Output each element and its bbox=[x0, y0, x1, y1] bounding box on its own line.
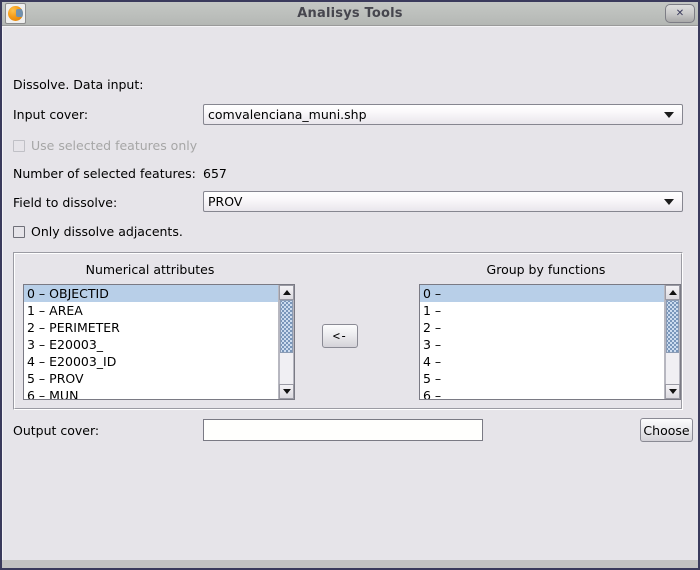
input-cover-label-row: Input cover: bbox=[13, 107, 88, 122]
input-cover-label: Input cover: bbox=[13, 107, 89, 122]
input-cover-combobox[interactable]: comvalenciana_muni.shp bbox=[203, 104, 683, 125]
list-item[interactable]: 1 – bbox=[420, 302, 664, 319]
list-item[interactable]: 1 – AREA bbox=[24, 302, 278, 319]
chevron-down-icon bbox=[664, 198, 674, 205]
output-cover-label-row: Output cover: bbox=[13, 423, 99, 438]
list-item[interactable]: 3 – bbox=[420, 336, 664, 353]
triangle-down-icon bbox=[282, 389, 291, 394]
use-selected-features-label: Use selected features only bbox=[31, 138, 198, 153]
numerical-attributes-scrollbar[interactable] bbox=[278, 285, 294, 399]
list-item[interactable]: 4 – bbox=[420, 353, 664, 370]
chevron-down-icon bbox=[664, 111, 674, 118]
transfer-left-button[interactable]: <- bbox=[322, 324, 358, 348]
field-to-dissolve-label: Field to dissolve: bbox=[13, 195, 118, 210]
checkbox-box-icon bbox=[13, 225, 25, 238]
scroll-up-button[interactable] bbox=[279, 285, 294, 300]
section-header-row: Dissolve. Data input: bbox=[13, 77, 143, 92]
dialog-content: Dissolve. Data input: Input cover: comva… bbox=[2, 26, 698, 560]
list-item[interactable]: 6 – MUN bbox=[24, 387, 278, 399]
title-bar: Analisys Tools ✕ bbox=[2, 2, 698, 26]
list-item[interactable]: 2 – bbox=[420, 319, 664, 336]
group-by-functions-scrollbar[interactable] bbox=[664, 285, 680, 399]
triangle-up-icon bbox=[282, 290, 291, 295]
list-item[interactable]: 2 – PERIMETER bbox=[24, 319, 278, 336]
only-dissolve-adjacents-label: Only dissolve adjacents. bbox=[31, 224, 183, 239]
numerical-attributes-items[interactable]: 0 – OBJECTID 1 – AREA 2 – PERIMETER 3 – E20… bbox=[24, 285, 278, 399]
input-cover-value: comvalenciana_muni.shp bbox=[208, 107, 367, 122]
attributes-panel-inner: Numerical attributes Group by functions … bbox=[14, 253, 682, 409]
list-item[interactable]: 0 – OBJECTID bbox=[24, 285, 278, 302]
triangle-down-icon bbox=[668, 389, 677, 394]
list-item[interactable]: 6 – bbox=[420, 387, 664, 399]
triangle-up-icon bbox=[668, 290, 677, 295]
globe-icon bbox=[8, 6, 23, 21]
attributes-panel: Numerical attributes Group by functions … bbox=[13, 252, 683, 410]
checkbox-box-icon bbox=[13, 139, 25, 152]
use-selected-features-checkbox: Use selected features only bbox=[13, 138, 197, 153]
choose-button[interactable]: Choose bbox=[640, 418, 693, 442]
window-bottom-strip bbox=[2, 560, 698, 568]
scroll-down-button[interactable] bbox=[665, 384, 680, 399]
num-selected-features-value: 657 bbox=[203, 166, 227, 181]
numerical-attributes-title: Numerical attributes bbox=[85, 262, 215, 277]
list-item[interactable]: 4 – E20003_ID bbox=[24, 353, 278, 370]
scroll-up-button[interactable] bbox=[665, 285, 680, 300]
close-icon[interactable]: ✕ bbox=[665, 4, 695, 23]
only-dissolve-adjacents-checkbox[interactable]: Only dissolve adjacents. bbox=[13, 224, 183, 239]
output-cover-input[interactable] bbox=[203, 419, 483, 441]
numerical-attributes-listbox[interactable]: 0 – OBJECTID 1 – AREA 2 – PERIMETER 3 – E20… bbox=[23, 284, 295, 400]
list-item[interactable]: 0 – bbox=[420, 285, 664, 302]
scroll-down-button[interactable] bbox=[279, 384, 294, 399]
field-to-dissolve-combobox[interactable]: PROV bbox=[203, 191, 683, 212]
num-selected-features-label: Number of selected features: bbox=[13, 166, 196, 181]
num-selected-label-row: Number of selected features: bbox=[13, 166, 196, 181]
scrollbar-thumb[interactable] bbox=[280, 300, 293, 353]
output-cover-label: Output cover: bbox=[13, 423, 100, 438]
group-by-functions-title: Group by functions bbox=[486, 262, 606, 277]
scrollbar-track[interactable] bbox=[665, 300, 680, 384]
field-to-dissolve-value: PROV bbox=[208, 194, 243, 209]
field-to-dissolve-label-row: Field to dissolve: bbox=[13, 195, 117, 210]
section-label: Dissolve. Data input: bbox=[13, 77, 144, 92]
list-item[interactable]: 5 – PROV bbox=[24, 370, 278, 387]
list-item[interactable]: 5 – bbox=[420, 370, 664, 387]
group-by-functions-listbox[interactable]: 0 –1 –2 –3 –4 –5 –6 – bbox=[419, 284, 681, 400]
app-icon bbox=[5, 3, 26, 24]
analisys-tools-window: Analisys Tools ✕ Dissolve. Data input: I… bbox=[0, 0, 700, 570]
window-title: Analisys Tools bbox=[297, 6, 403, 21]
num-selected-value-row: 657 bbox=[203, 166, 227, 181]
scrollbar-thumb[interactable] bbox=[666, 300, 679, 353]
group-by-functions-items[interactable]: 0 –1 –2 –3 –4 –5 –6 – bbox=[420, 285, 664, 399]
list-item[interactable]: 3 – E20003_ bbox=[24, 336, 278, 353]
scrollbar-track[interactable] bbox=[279, 300, 294, 384]
